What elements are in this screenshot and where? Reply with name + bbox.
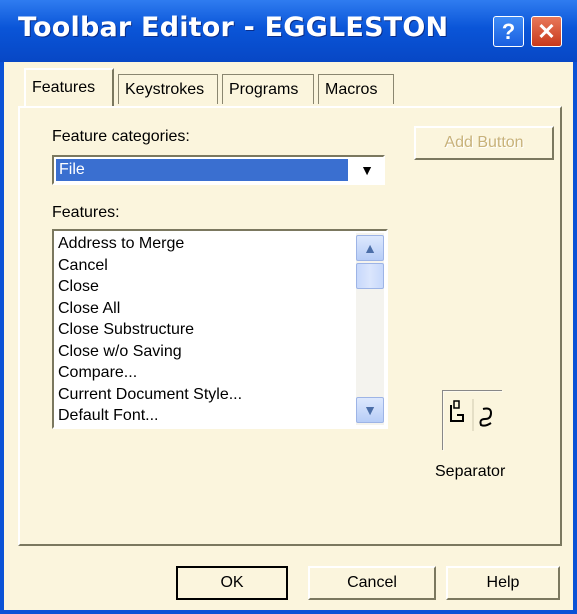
features-items: Address to Merge Cancel Close Close All … bbox=[54, 233, 354, 427]
feature-categories-label: Feature categories: bbox=[52, 128, 190, 145]
title-bar[interactable]: Toolbar Editor - EGGLESTON ? ✕ bbox=[0, 0, 577, 62]
feature-categories-value: File bbox=[56, 159, 348, 181]
help-icon[interactable]: ? bbox=[493, 16, 524, 47]
list-item[interactable]: Cancel bbox=[54, 255, 354, 277]
tab-macros[interactable]: Macros bbox=[318, 74, 394, 104]
features-list[interactable]: Address to Merge Cancel Close Close All … bbox=[52, 229, 388, 429]
tab-programs[interactable]: Programs bbox=[222, 74, 314, 104]
window-title: Toolbar Editor - EGGLESTON bbox=[18, 12, 449, 43]
separator-button[interactable] bbox=[442, 390, 503, 451]
list-item[interactable]: Close w/o Saving bbox=[54, 341, 354, 363]
list-item[interactable]: Close bbox=[54, 276, 354, 298]
feature-categories-dropdown[interactable]: File ▼ bbox=[52, 155, 385, 185]
list-item[interactable]: Current Document Style... bbox=[54, 384, 354, 406]
scroll-up-icon[interactable]: ▲ bbox=[356, 235, 384, 261]
list-item[interactable]: Default Font... bbox=[54, 405, 354, 427]
cancel-button[interactable]: Cancel bbox=[308, 566, 436, 600]
chevron-down-icon[interactable]: ▼ bbox=[353, 159, 381, 181]
tab-features[interactable]: Features bbox=[24, 68, 114, 106]
ok-button[interactable]: OK bbox=[176, 566, 288, 600]
list-item[interactable]: Address to Merge bbox=[54, 233, 354, 255]
scroll-down-icon[interactable]: ▼ bbox=[356, 397, 384, 423]
tab-keystrokes[interactable]: Keystrokes bbox=[118, 74, 218, 104]
features-label: Features: bbox=[52, 204, 120, 221]
help-button[interactable]: Help bbox=[446, 566, 560, 600]
toolbar-editor-dialog: Toolbar Editor - EGGLESTON ? ✕ Features … bbox=[0, 0, 577, 614]
scroll-thumb[interactable] bbox=[356, 263, 384, 289]
list-item[interactable]: Close Substructure bbox=[54, 319, 354, 341]
separator-icon bbox=[442, 390, 503, 451]
list-item[interactable]: Compare... bbox=[54, 362, 354, 384]
separator-label: Separator bbox=[435, 463, 506, 480]
list-item[interactable]: Close All bbox=[54, 298, 354, 320]
add-button[interactable]: Add Button bbox=[414, 126, 554, 160]
features-scrollbar[interactable]: ▲ ▼ bbox=[356, 233, 384, 425]
close-icon[interactable]: ✕ bbox=[531, 16, 562, 47]
